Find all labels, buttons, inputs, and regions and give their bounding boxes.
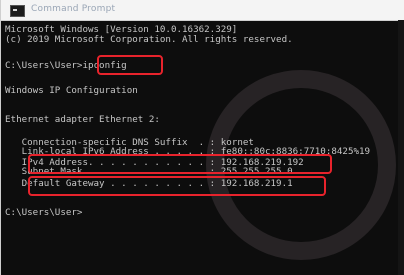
- prompt-line: C:\Users\User>ipconfig: [5, 60, 127, 71]
- console-output[interactable]: Microsoft Windows [Version 10.0.16362.32…: [5, 22, 398, 275]
- console-line: Ethernet adapter Ethernet 2:: [5, 114, 160, 125]
- window-title: Command Prompt: [31, 4, 116, 14]
- ipv6-line: Link-local IPv6 Address . . . . . : fe80…: [5, 146, 371, 157]
- title-bar[interactable]: Command Prompt: [1, 0, 404, 21]
- subnet-mask-line: Subnet Mask . . . . . . . . . . . : 255.…: [5, 166, 293, 177]
- console-line: Windows IP Configuration: [5, 85, 138, 96]
- cmd-icon: [10, 5, 25, 17]
- scrollbar[interactable]: [398, 20, 404, 275]
- gateway-line: Default Gateway . . . . . . . . . : 192.…: [5, 178, 293, 189]
- command-prompt-window[interactable]: Command Prompt Microsoft Windows [Versio…: [0, 0, 404, 275]
- prompt-line: C:\Users\User>: [5, 207, 83, 218]
- console-line: (c) 2019 Microsoft Corporation. All righ…: [5, 34, 293, 45]
